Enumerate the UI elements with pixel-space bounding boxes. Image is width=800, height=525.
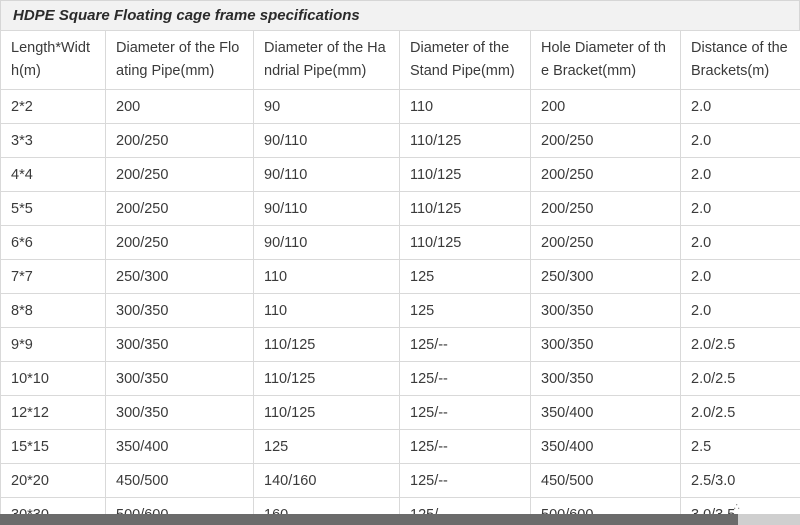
cell-stand-pipe: 125/-- xyxy=(399,463,531,498)
table-row: 7*7 250/300 110 125 250/300 2.0 xyxy=(0,259,800,294)
cell-bracket-hole: 350/400 xyxy=(530,429,681,464)
cell-bracket-distance: 2.0 xyxy=(680,225,800,260)
header-stand-pipe: Diameter of the Stand Pipe(mm) xyxy=(399,30,531,90)
cell-length-width: 6*6 xyxy=(0,225,106,260)
table-row: 10*10 300/350 110/125 125/-- 300/350 2.0/2.5 xyxy=(0,361,800,396)
cell-length-width: 3*3 xyxy=(0,123,106,158)
specifications-table: Length*Width(m) Diameter of the Floating… xyxy=(0,30,800,525)
scrollbar-end[interactable] xyxy=(738,514,800,525)
cell-floating-pipe: 200/250 xyxy=(105,123,254,158)
cell-length-width: 7*7 xyxy=(0,259,106,294)
cell-floating-pipe: 450/500 xyxy=(105,463,254,498)
cell-handrail-pipe: 110/125 xyxy=(253,361,400,396)
cell-handrail-pipe: 90 xyxy=(253,89,400,124)
table-row: 8*8 300/350 110 125 300/350 2.0 xyxy=(0,293,800,328)
cell-handrail-pipe: 140/160 xyxy=(253,463,400,498)
cell-bracket-distance: 2.0 xyxy=(680,123,800,158)
cell-stand-pipe: 110/125 xyxy=(399,157,531,192)
table-row: 5*5 200/250 90/110 110/125 200/250 2.0 xyxy=(0,191,800,226)
cell-bracket-hole: 350/400 xyxy=(530,395,681,430)
cell-bracket-hole: 200 xyxy=(530,89,681,124)
cell-floating-pipe: 350/400 xyxy=(105,429,254,464)
cell-floating-pipe: 200 xyxy=(105,89,254,124)
cell-bracket-distance: 2.0/2.5 xyxy=(680,395,800,430)
cell-length-width: 9*9 xyxy=(0,327,106,362)
header-row: Length*Width(m) Diameter of the Floating… xyxy=(0,30,800,90)
cell-bracket-distance: 2.0/2.5 xyxy=(680,361,800,396)
header-length-width: Length*Width(m) xyxy=(0,30,106,90)
cell-bracket-hole: 250/300 xyxy=(530,259,681,294)
cell-bracket-distance: 2.0 xyxy=(680,293,800,328)
cell-bracket-hole: 200/250 xyxy=(530,157,681,192)
header-bracket-distance: Distance of the Brackets(m) xyxy=(680,30,800,90)
cell-handrail-pipe: 90/110 xyxy=(253,123,400,158)
table-row: 15*15 350/400 125 125/-- 350/400 2.5 xyxy=(0,429,800,464)
cell-length-width: 10*10 xyxy=(0,361,106,396)
cell-bracket-hole: 300/350 xyxy=(530,327,681,362)
cell-stand-pipe: 110 xyxy=(399,89,531,124)
cell-stand-pipe: 125 xyxy=(399,293,531,328)
resize-handle-icon: ∴ xyxy=(733,502,740,513)
cell-handrail-pipe: 90/110 xyxy=(253,157,400,192)
cell-stand-pipe: 110/125 xyxy=(399,191,531,226)
cell-handrail-pipe: 110/125 xyxy=(253,327,400,362)
cell-floating-pipe: 300/350 xyxy=(105,395,254,430)
cell-bracket-distance: 2.0 xyxy=(680,89,800,124)
cell-length-width: 5*5 xyxy=(0,191,106,226)
cell-length-width: 2*2 xyxy=(0,89,106,124)
table-row: 6*6 200/250 90/110 110/125 200/250 2.0 xyxy=(0,225,800,260)
cell-floating-pipe: 200/250 xyxy=(105,157,254,192)
table-caption: HDPE Square Floating cage frame specific… xyxy=(0,0,800,30)
page: HDPE Square Floating cage frame specific… xyxy=(0,0,800,525)
cell-floating-pipe: 250/300 xyxy=(105,259,254,294)
cell-bracket-hole: 300/350 xyxy=(530,293,681,328)
cell-stand-pipe: 125 xyxy=(399,259,531,294)
cell-bracket-hole: 300/350 xyxy=(530,361,681,396)
cell-stand-pipe: 125/-- xyxy=(399,327,531,362)
cell-stand-pipe: 125/-- xyxy=(399,395,531,430)
cell-length-width: 4*4 xyxy=(0,157,106,192)
cell-floating-pipe: 300/350 xyxy=(105,327,254,362)
cell-floating-pipe: 200/250 xyxy=(105,191,254,226)
cell-length-width: 12*12 xyxy=(0,395,106,430)
table-row: 20*20 450/500 140/160 125/-- 450/500 2.5/3.0 xyxy=(0,463,800,498)
cell-length-width: 8*8 xyxy=(0,293,106,328)
cell-length-width: 15*15 xyxy=(0,429,106,464)
cell-handrail-pipe: 90/110 xyxy=(253,191,400,226)
cell-floating-pipe: 300/350 xyxy=(105,361,254,396)
table-body: 2*2 200 90 110 200 2.0 3*3 200/250 90/110 110/125… xyxy=(0,89,800,525)
cell-bracket-distance: 2.0 xyxy=(680,157,800,192)
table-row: 2*2 200 90 110 200 2.0 xyxy=(0,89,800,124)
cell-floating-pipe: 300/350 xyxy=(105,293,254,328)
table-row: 12*12 300/350 110/125 125/-- 350/400 2.0/2.5 xyxy=(0,395,800,430)
table-row: 4*4 200/250 90/110 110/125 200/250 2.0 xyxy=(0,157,800,192)
cell-stand-pipe: 110/125 xyxy=(399,225,531,260)
header-floating-pipe: Diameter of the Floating Pipe(mm) xyxy=(105,30,254,90)
cell-handrail-pipe: 110/125 xyxy=(253,395,400,430)
cell-bracket-hole: 450/500 xyxy=(530,463,681,498)
table-header: Length*Width(m) Diameter of the Floating… xyxy=(0,30,800,90)
cell-stand-pipe: 110/125 xyxy=(399,123,531,158)
cell-bracket-distance: 2.5 xyxy=(680,429,800,464)
cell-floating-pipe: 200/250 xyxy=(105,225,254,260)
cell-bracket-distance: 2.0 xyxy=(680,191,800,226)
cell-stand-pipe: 125/-- xyxy=(399,361,531,396)
cell-handrail-pipe: 125 xyxy=(253,429,400,464)
header-handrail-pipe: Diameter of the Handrial Pipe(mm) xyxy=(253,30,400,90)
cell-handrail-pipe: 110 xyxy=(253,259,400,294)
cell-bracket-distance: 2.0/2.5 xyxy=(680,327,800,362)
table-row: 3*3 200/250 90/110 110/125 200/250 2.0 xyxy=(0,123,800,158)
horizontal-scrollbar[interactable] xyxy=(0,514,800,525)
cell-handrail-pipe: 90/110 xyxy=(253,225,400,260)
cell-stand-pipe: 125/-- xyxy=(399,429,531,464)
header-bracket-hole: Hole Diameter of the Bracket(mm) xyxy=(530,30,681,90)
cell-bracket-hole: 200/250 xyxy=(530,123,681,158)
cell-handrail-pipe: 110 xyxy=(253,293,400,328)
cell-bracket-distance: 2.5/3.0 xyxy=(680,463,800,498)
table-row: 9*9 300/350 110/125 125/-- 300/350 2.0/2.5 xyxy=(0,327,800,362)
cell-bracket-hole: 200/250 xyxy=(530,225,681,260)
cell-bracket-distance: 2.0 xyxy=(680,259,800,294)
cell-bracket-hole: 200/250 xyxy=(530,191,681,226)
cell-length-width: 20*20 xyxy=(0,463,106,498)
